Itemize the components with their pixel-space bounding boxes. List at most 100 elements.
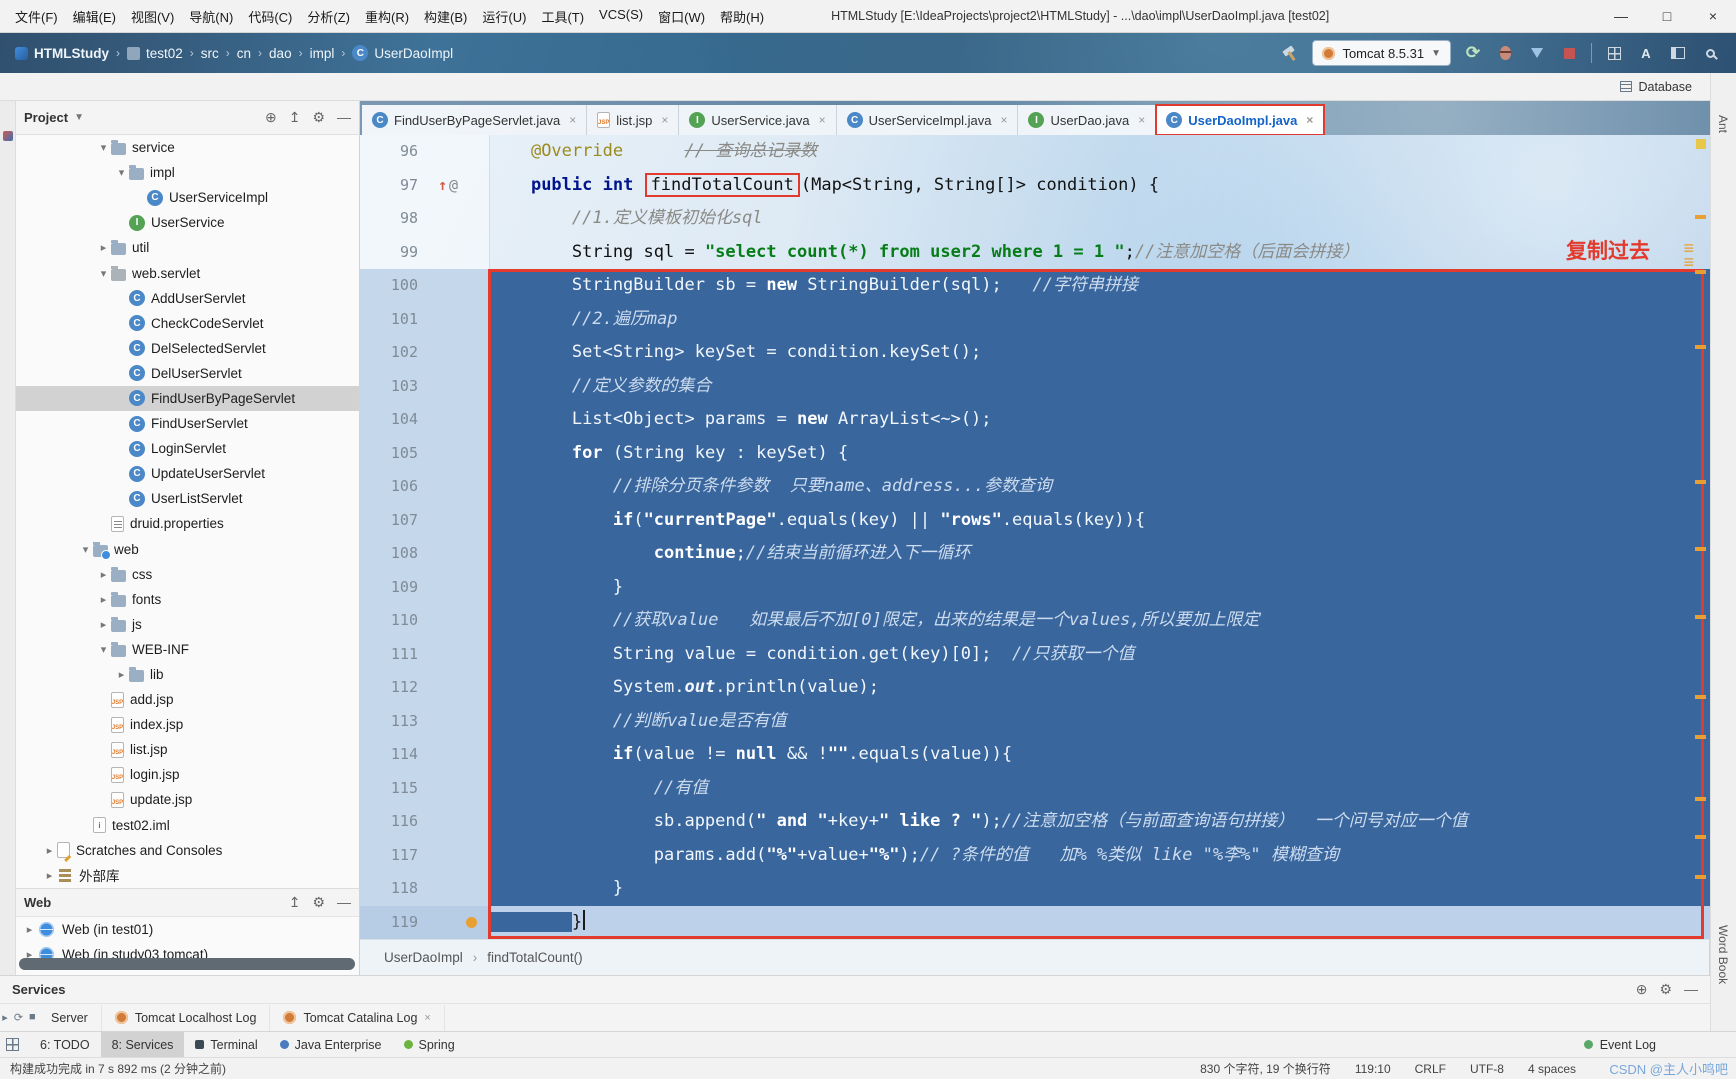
gear-icon[interactable]: ⚙ (312, 109, 325, 126)
code-line-110[interactable]: 110 //获取value 如果最后不加[0]限定，出来的结果是一个values… (360, 604, 1710, 638)
minimize-button[interactable]: — (1598, 0, 1644, 32)
word-book-tool-button[interactable]: Word Book (1716, 925, 1730, 984)
collapse-all-icon[interactable]: ↥ (289, 109, 301, 126)
search-icon[interactable] (1700, 43, 1720, 63)
breadcrumb-item-userdaoimpl[interactable]: CUserDaoImpl (349, 43, 456, 63)
tree-item-deluserservlet[interactable]: CDelUserServlet (16, 361, 359, 386)
file-encoding[interactable]: UTF-8 (1470, 1062, 1504, 1076)
tree-item-add-jsp[interactable]: JSPadd.jsp (16, 687, 359, 712)
services-tab-tomcat-catalina-log[interactable]: Tomcat Catalina Log× (270, 1005, 444, 1031)
menu-代码-c[interactable]: 代码(C) (241, 3, 299, 30)
code-editor[interactable]: 96 @Override // 查询总记录数97↑@ public int fi… (360, 135, 1710, 939)
override-icon[interactable]: ↑ (438, 176, 447, 194)
code-line-113[interactable]: 113 //判断value是否有值 (360, 705, 1710, 739)
tool-button-java-enterprise[interactable]: Java Enterprise (269, 1032, 393, 1057)
breadcrumb-file[interactable]: UserDaoImpl (384, 950, 463, 965)
tree-item-druid-properties[interactable]: druid.properties (16, 511, 359, 536)
locate-icon[interactable]: ⊕ (265, 109, 277, 126)
tree-item-js[interactable]: ▸js (16, 612, 359, 637)
tree-item-finduserbypageservlet[interactable]: CFindUserByPageServlet (16, 386, 359, 411)
refresh-icon[interactable]: ⟳ (14, 1011, 23, 1024)
breadcrumb-method[interactable]: findTotalCount() (487, 950, 582, 965)
run-icon[interactable]: ▸ (2, 1011, 8, 1024)
project-stripe-icon[interactable] (3, 131, 13, 141)
code-line-119[interactable]: 119 } (360, 906, 1710, 940)
menu-编辑-e[interactable]: 编辑(E) (66, 3, 123, 30)
error-stripe-marker[interactable] (1695, 615, 1706, 619)
menu-构建-b[interactable]: 构建(B) (417, 3, 474, 30)
code-line-117[interactable]: 117 params.add("%"+value+"%");// ?条件的值 加… (360, 839, 1710, 873)
services-tab-server[interactable]: Server (38, 1005, 102, 1031)
tree-item-checkcodeservlet[interactable]: CCheckCodeServlet (16, 311, 359, 336)
tree-item-service[interactable]: ▾service (16, 135, 359, 160)
error-stripe-marker[interactable] (1695, 345, 1706, 349)
debug-icon[interactable] (1495, 43, 1515, 63)
tab-close-icon[interactable]: × (1138, 113, 1145, 127)
tree-item-finduserservlet[interactable]: CFindUserServlet (16, 411, 359, 436)
build-hammer-icon[interactable] (1280, 43, 1300, 63)
hide-panel-icon[interactable]: — (337, 894, 351, 911)
tree-item-login-jsp[interactable]: JSPlogin.jsp (16, 762, 359, 787)
tree-collapse-arrow[interactable]: ▾ (96, 643, 111, 656)
error-stripe-marker[interactable] (1695, 875, 1706, 879)
menu-重构-r[interactable]: 重构(R) (358, 3, 416, 30)
database-tool-button[interactable]: Database (1620, 80, 1692, 94)
tree-item-web-inf[interactable]: ▾WEB-INF (16, 637, 359, 662)
code-line-102[interactable]: 102 Set<String> keySet = condition.keySe… (360, 336, 1710, 370)
tree-item-update-jsp[interactable]: JSPupdate.jsp (16, 787, 359, 812)
window-menu-icon[interactable] (6, 1038, 19, 1051)
tab-close-icon[interactable]: × (819, 113, 826, 127)
bookmark-icon[interactable] (466, 917, 477, 928)
error-stripe-marker[interactable] (1695, 695, 1706, 699)
menu-文件-f[interactable]: 文件(F) (8, 3, 65, 30)
error-stripe-marker[interactable] (1695, 270, 1706, 274)
error-stripe-top-marker[interactable] (1696, 139, 1706, 149)
stop-small-icon[interactable]: ■ (29, 1011, 36, 1024)
error-stripe-marker[interactable] (1695, 835, 1706, 839)
menu-帮助-h[interactable]: 帮助(H) (713, 3, 771, 30)
tree-expand-arrow[interactable]: ▸ (42, 844, 57, 857)
tool-button-spring[interactable]: Spring (393, 1032, 466, 1057)
code-line-109[interactable]: 109 } (360, 571, 1710, 605)
code-line-104[interactable]: 104 List<Object> params = new ArrayList<… (360, 403, 1710, 437)
code-line-112[interactable]: 112 System.out.println(value); (360, 671, 1710, 705)
collapse-all-icon[interactable]: ↥ (289, 894, 301, 911)
tree-expand-arrow[interactable]: ▸ (42, 869, 57, 882)
code-line-115[interactable]: 115 //有值 (360, 772, 1710, 806)
editor-tab-userdao-java[interactable]: IUserDao.java× (1018, 105, 1156, 135)
indent-setting[interactable]: 4 spaces (1528, 1062, 1576, 1076)
editor-tab-userservice-java[interactable]: IUserService.java× (679, 105, 836, 135)
code-line-100[interactable]: 100 StringBuilder sb = new StringBuilder… (360, 269, 1710, 303)
editor-tab-list-jsp[interactable]: JSPlist.jsp× (587, 105, 679, 135)
code-line-105[interactable]: 105 for (String key : keySet) { (360, 437, 1710, 471)
tree-collapse-arrow[interactable]: ▾ (114, 166, 129, 179)
editor-tab-userserviceimpl-java[interactable]: CUserServiceImpl.java× (837, 105, 1019, 135)
breadcrumb-item-dao[interactable]: dao (266, 44, 295, 63)
tree-item-lib[interactable]: ▸lib (16, 662, 359, 687)
services-tab-tomcat-localhost-log[interactable]: Tomcat Localhost Log (102, 1005, 271, 1031)
tree-item-updateuserservlet[interactable]: CUpdateUserServlet (16, 461, 359, 486)
tab-close-icon[interactable]: × (1306, 113, 1313, 127)
code-line-118[interactable]: 118 } (360, 872, 1710, 906)
tab-close-icon[interactable]: × (424, 1012, 430, 1024)
tree-item-util[interactable]: ▸util (16, 235, 359, 260)
tree-expand-arrow[interactable]: ▸ (96, 568, 111, 581)
close-button[interactable]: × (1690, 0, 1736, 32)
gear-icon[interactable]: ⚙ (1659, 981, 1672, 998)
error-stripe-marker[interactable] (1695, 735, 1706, 739)
caret-position[interactable]: 119:10 (1355, 1062, 1391, 1076)
tree-item-test02-iml[interactable]: itest02.iml (16, 813, 359, 838)
maximize-button[interactable]: □ (1644, 0, 1690, 32)
locate-icon[interactable]: ⊕ (1636, 981, 1648, 998)
hide-panel-icon[interactable]: — (337, 109, 351, 126)
breadcrumb-item-test02[interactable]: test02 (124, 44, 186, 63)
tree-item-userlistservlet[interactable]: CUserListServlet (16, 486, 359, 511)
stop-icon[interactable] (1559, 43, 1579, 63)
inspection-menu-icon[interactable]: ≡≡ (1683, 241, 1694, 269)
code-line-108[interactable]: 108 continue;//结束当前循环进入下一循环 (360, 537, 1710, 571)
menu-视图-v[interactable]: 视图(V) (124, 3, 181, 30)
code-line-97[interactable]: 97↑@ public int findTotalCount(Map<Strin… (360, 169, 1710, 203)
code-line-99[interactable]: 99 String sql = "select count(*) from us… (360, 236, 1710, 270)
tree-item-外部库[interactable]: ▸外部库 (16, 863, 359, 888)
tree-collapse-arrow[interactable]: ▾ (78, 543, 93, 556)
